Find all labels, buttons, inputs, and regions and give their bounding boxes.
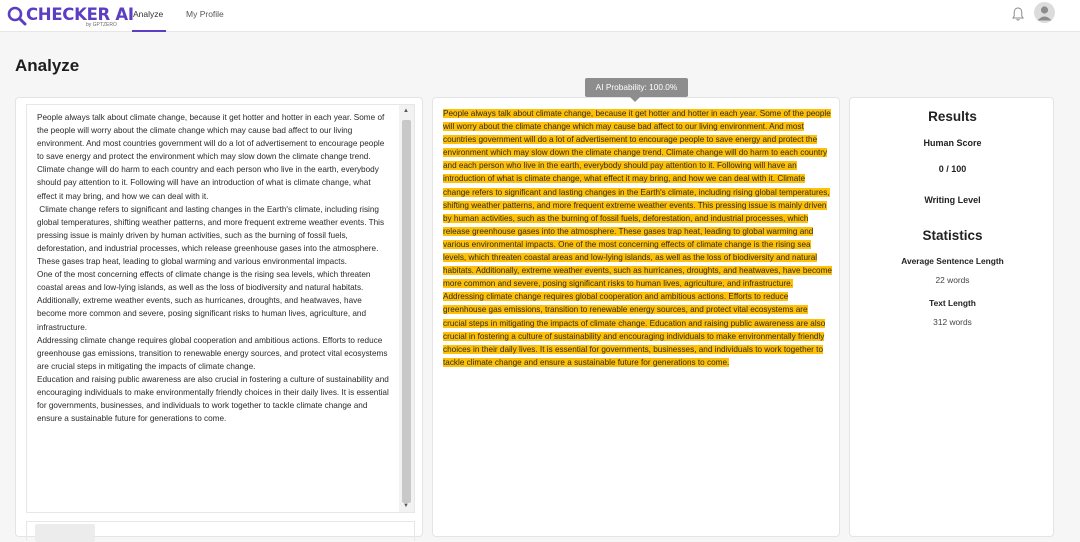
scrollbar-thumb[interactable] — [402, 120, 411, 503]
results-card: Results Human Score 0 / 100 Writing Leve… — [849, 97, 1054, 537]
text-length-label: Text Length — [929, 298, 976, 308]
text-length-value: 312 words — [933, 317, 972, 327]
top-nav-bar: CHECKER AI by GPTZERO Analyze My Profile — [0, 0, 1080, 32]
nav-analyze[interactable]: Analyze — [133, 9, 163, 19]
input-footer — [26, 521, 415, 542]
avg-sentence-length-label: Average Sentence Length — [901, 256, 1004, 266]
scroll-up-arrow-icon[interactable]: ▲ — [403, 108, 409, 114]
logo-byline: by GPTZERO — [86, 22, 117, 28]
ai-highlight-span[interactable]: People always talk about climate change,… — [443, 109, 832, 367]
user-avatar-icon[interactable] — [1034, 2, 1055, 23]
nav-active-indicator — [132, 30, 166, 32]
avg-sentence-length-value: 22 words — [935, 275, 970, 285]
page-title: Analyze — [15, 56, 80, 75]
tooltip-arrow — [630, 97, 640, 102]
ai-probability-tooltip: AI Probability: 100.0% — [585, 78, 688, 97]
nav-my-profile[interactable]: My Profile — [186, 9, 224, 19]
input-textarea[interactable]: People always talk about climate change,… — [26, 104, 415, 513]
human-score-value: 0 / 100 — [938, 164, 967, 174]
statistics-title: Statistics — [922, 228, 983, 243]
bell-icon[interactable] — [1011, 6, 1025, 22]
writing-level-label: Writing Level — [924, 195, 981, 205]
input-card: People always talk about climate change,… — [15, 97, 423, 542]
scroll-down-arrow-icon[interactable]: ▼ — [403, 503, 409, 509]
logo-text: CHECKER AI — [26, 5, 134, 24]
results-title: Results — [928, 109, 977, 124]
highlighted-output: People always talk about climate change,… — [443, 107, 833, 369]
output-card: People always talk about climate change,… — [432, 97, 840, 537]
human-score-label: Human Score — [923, 138, 982, 148]
input-text[interactable]: People always talk about climate change,… — [37, 111, 392, 425]
magnifier-logo-icon — [7, 6, 27, 26]
